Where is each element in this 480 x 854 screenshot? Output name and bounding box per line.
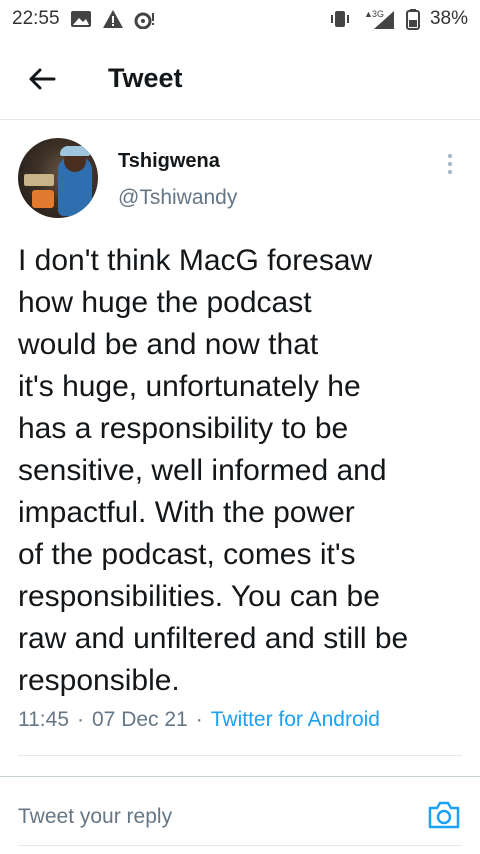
signal-icon: ▲ 3G <box>362 8 396 30</box>
divider <box>18 845 462 846</box>
reply-bar <box>0 772 480 854</box>
more-options-button[interactable] <box>436 150 464 178</box>
tweet: Tshigwena @Tshiwandy I don't think MacG … <box>0 122 480 777</box>
reply-input[interactable] <box>18 798 408 836</box>
meta-separator: · <box>195 708 203 731</box>
alert-icon <box>102 9 124 29</box>
tweet-date: 07 Dec 21 <box>92 708 188 731</box>
author-handle[interactable]: @Tshiwandy <box>118 186 237 210</box>
vibrate-icon <box>328 9 352 29</box>
more-vertical-icon <box>447 153 453 175</box>
status-left: 22:55 <box>12 8 156 30</box>
author-display-name[interactable]: Tshigwena <box>118 150 220 173</box>
divider <box>18 755 462 756</box>
network-label: 3G <box>372 9 384 19</box>
camera-icon <box>428 801 460 829</box>
camera-button[interactable] <box>426 798 462 832</box>
author-row: Tshigwena @Tshiwandy <box>0 122 480 222</box>
wireless-icon <box>134 9 156 29</box>
tweet-meta: 11:45 · 07 Dec 21 · Twitter for Android <box>18 708 380 732</box>
meta-separator: · <box>77 708 84 731</box>
back-arrow-icon <box>29 68 56 89</box>
back-button[interactable] <box>18 55 66 103</box>
battery-icon <box>405 8 420 30</box>
battery-percent: 38% <box>429 8 468 29</box>
image-icon <box>70 9 92 29</box>
tweet-source-link[interactable]: Twitter for Android <box>211 708 380 732</box>
tweet-text: I don't think MacG foresaw how huge the … <box>18 244 409 697</box>
tweet-time: 11:45 <box>18 708 69 731</box>
app-header: Tweet <box>0 38 480 120</box>
status-time: 22:55 <box>12 8 60 29</box>
status-right: ▲ 3G 38% <box>328 8 468 30</box>
avatar[interactable] <box>18 138 98 218</box>
status-bar: 22:55 ▲ 3G 38% <box>0 0 480 38</box>
page-title: Tweet <box>108 63 183 93</box>
